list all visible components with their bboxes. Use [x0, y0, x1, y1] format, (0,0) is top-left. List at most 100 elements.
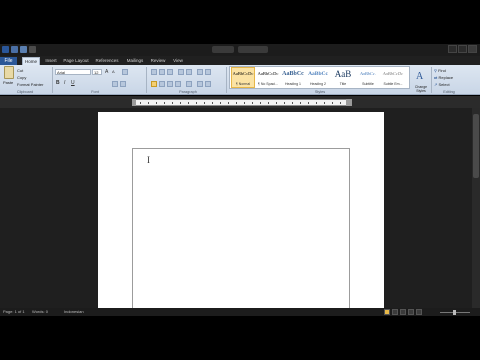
tab-insert[interactable]: Insert — [42, 57, 60, 65]
change-styles-button[interactable]: A Change Styles — [412, 67, 430, 93]
grow-font-button[interactable]: A — [105, 69, 108, 75]
ruler-tick — [268, 102, 269, 104]
show-hide-icon[interactable] — [205, 69, 211, 75]
styles-group-label: Styles — [314, 90, 326, 94]
maximize-button[interactable] — [458, 45, 467, 53]
tab-review[interactable]: Review — [149, 57, 167, 65]
select-button[interactable]: ↗ Select — [434, 82, 450, 87]
shading-icon[interactable] — [197, 81, 203, 87]
tab-view[interactable]: View — [170, 57, 186, 65]
right-margin-marker[interactable] — [346, 99, 352, 106]
word-app-icon[interactable] — [2, 46, 9, 53]
change-styles-icon: A — [416, 71, 424, 82]
text-highlight-icon[interactable] — [112, 81, 118, 87]
word-count[interactable]: Words: 0 — [32, 309, 48, 315]
app-title — [238, 46, 268, 53]
paste-icon[interactable] — [4, 66, 14, 79]
ruler-tick — [308, 102, 309, 104]
ruler-tick — [316, 102, 317, 104]
numbering-icon[interactable] — [159, 69, 165, 75]
outline-view-icon[interactable] — [408, 309, 414, 315]
tab-references[interactable]: References — [93, 57, 121, 65]
underline-button[interactable]: U — [71, 80, 75, 86]
style-subtitle[interactable]: AaBbCc. Subtitle — [356, 67, 380, 88]
ruler-tick — [252, 102, 253, 104]
justify-icon[interactable] — [175, 81, 181, 87]
replace-button[interactable]: ⇄ Replace — [434, 75, 453, 80]
align-left-icon[interactable] — [151, 81, 157, 87]
font-color-icon[interactable] — [120, 81, 126, 87]
style-sample: AaBbCcDc — [232, 71, 254, 76]
word-window: File Home Insert Page Layout References … — [0, 0, 480, 360]
paste-button[interactable]: Paste — [3, 80, 13, 85]
style-normal[interactable]: AaBbCcDc ¶ Normal — [231, 67, 255, 88]
increase-indent-icon[interactable] — [186, 69, 192, 75]
ruler-tick — [332, 102, 333, 104]
tab-mailings[interactable]: Mailings — [124, 57, 146, 65]
save-icon[interactable] — [11, 46, 18, 53]
align-right-icon[interactable] — [167, 81, 173, 87]
borders-icon[interactable] — [205, 81, 211, 87]
full-screen-view-icon[interactable] — [392, 309, 398, 315]
cut-button[interactable]: Cut — [17, 68, 23, 73]
sort-icon[interactable] — [197, 69, 203, 75]
style-heading-1[interactable]: AaBbCc Heading 1 — [281, 67, 305, 88]
clear-formatting-icon[interactable] — [122, 69, 128, 75]
style-name: Heading 1 — [285, 82, 301, 86]
align-center-icon[interactable] — [159, 81, 165, 87]
multilevel-list-icon[interactable] — [167, 69, 173, 75]
undo-icon[interactable] — [20, 46, 27, 53]
bullets-icon[interactable] — [151, 69, 157, 75]
page-count[interactable]: Page: 1 of 1 — [3, 309, 25, 315]
minimize-button[interactable] — [448, 45, 457, 53]
ruler-tick — [180, 102, 181, 104]
ruler-tick — [340, 102, 341, 104]
page-text-area[interactable] — [132, 148, 350, 312]
horizontal-ruler[interactable] — [132, 99, 352, 106]
print-layout-view-icon[interactable] — [384, 309, 390, 315]
style-heading-2[interactable]: AaBbCc Heading 2 — [306, 67, 330, 88]
ruler-tick — [148, 102, 149, 104]
copy-button[interactable]: Copy — [17, 75, 26, 80]
italic-button[interactable]: I — [64, 80, 65, 86]
scrollbar-thumb[interactable] — [473, 114, 479, 178]
quick-access-toolbar — [2, 46, 36, 54]
text-cursor: I — [147, 155, 150, 165]
font-name-select[interactable]: Arial — [55, 69, 91, 75]
find-label: Find — [438, 68, 446, 73]
ruler-tick — [324, 102, 325, 104]
language-indicator[interactable]: Indonesian — [64, 309, 84, 315]
tab-home[interactable]: Home — [22, 57, 40, 65]
shrink-font-button[interactable]: A — [112, 69, 115, 75]
style-sample: AaBbCc. — [359, 71, 377, 76]
style-no-spacing[interactable]: AaBbCcDc ¶ No Spaci... — [256, 67, 280, 88]
close-button[interactable] — [468, 45, 477, 53]
line-spacing-icon[interactable] — [186, 81, 192, 87]
tab-file[interactable]: File — [0, 57, 17, 65]
style-sample: AaBbCc — [308, 71, 328, 77]
font-size-select[interactable]: 12 — [92, 69, 102, 75]
ruler-tick — [172, 102, 173, 104]
ribbon-separator — [52, 67, 53, 93]
ruler-tick — [164, 102, 165, 104]
web-layout-view-icon[interactable] — [400, 309, 406, 315]
draft-view-icon[interactable] — [416, 309, 422, 315]
style-name: Subtitle — [362, 82, 374, 86]
ruler-tick — [292, 102, 293, 104]
ruler-tick — [276, 102, 277, 104]
find-button[interactable]: ⚲ Find — [434, 68, 446, 73]
redo-icon[interactable] — [29, 46, 36, 53]
left-margin-marker[interactable] — [132, 99, 136, 106]
ruler-tick — [212, 102, 213, 104]
editing-group-label: Editing — [443, 90, 455, 94]
tab-page-layout[interactable]: Page Layout — [62, 57, 90, 65]
bold-button[interactable]: B — [56, 80, 60, 86]
style-subtle-emphasis[interactable]: AaBbCcDc Subtle Em... — [381, 67, 405, 88]
zoom-slider-knob[interactable] — [453, 310, 456, 315]
decrease-indent-icon[interactable] — [178, 69, 184, 75]
style-title[interactable]: AaB Title — [331, 67, 355, 88]
format-painter-button[interactable]: Format Painter — [17, 82, 43, 87]
ribbon-separator — [226, 67, 227, 93]
select-label: Select — [438, 82, 450, 87]
style-sample: AaBbCcDc — [257, 71, 279, 76]
